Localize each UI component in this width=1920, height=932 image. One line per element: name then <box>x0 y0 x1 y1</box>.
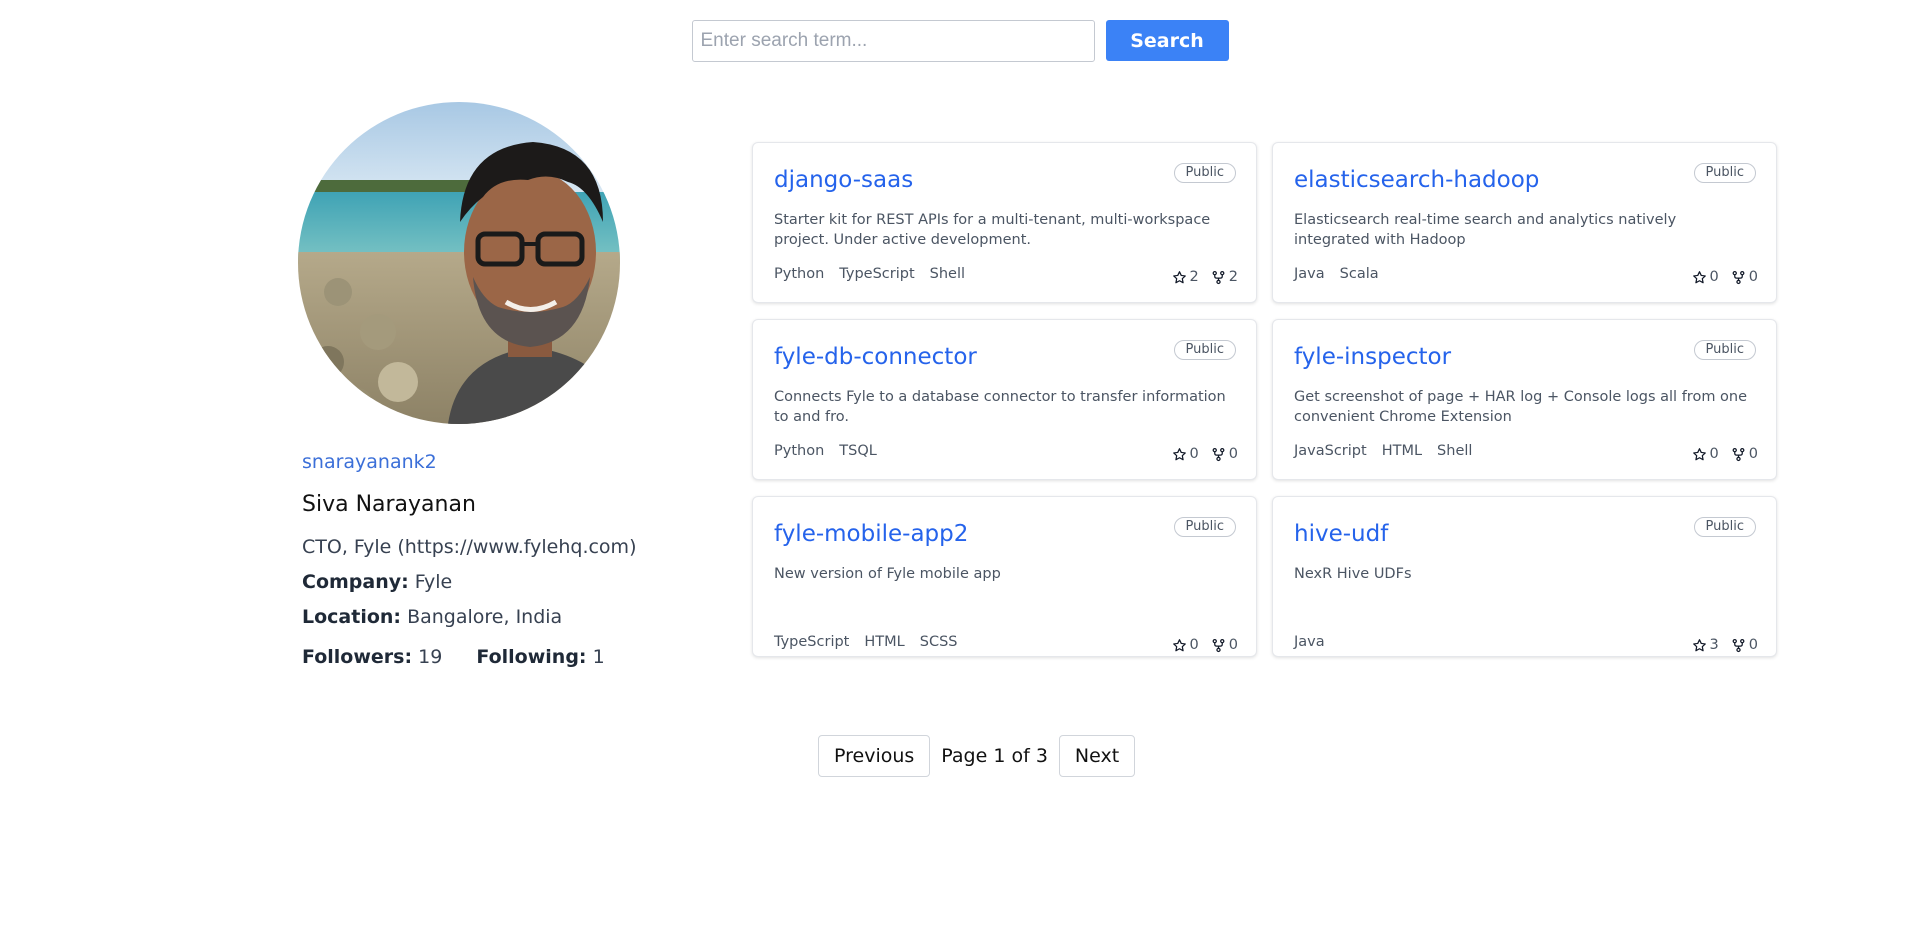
star-icon <box>1172 447 1187 462</box>
visibility-badge: Public <box>1693 517 1756 537</box>
fork-icon <box>1211 447 1226 462</box>
avatar-photo <box>298 102 620 424</box>
visibility-badge: Public <box>1693 163 1756 183</box>
star-count: 0 <box>1189 637 1199 653</box>
fork-icon <box>1731 270 1746 285</box>
visibility-badge: Public <box>1693 340 1756 360</box>
profile-company: Company: Fyle <box>302 571 452 593</box>
following-label: Following: <box>476 646 587 668</box>
fork-count: 2 <box>1228 269 1238 285</box>
repo-language: SCSS <box>919 634 958 650</box>
star-count: 0 <box>1709 269 1719 285</box>
fork-count: 0 <box>1228 446 1238 462</box>
star-count: 0 <box>1189 446 1199 462</box>
repo-name-link[interactable]: fyle-inspector <box>1294 344 1451 370</box>
repo-language: Python <box>774 443 825 459</box>
previous-page-button[interactable]: Previous <box>818 735 931 777</box>
star-icon <box>1692 447 1707 462</box>
repo-card: hive-udf Public NexR Hive UDFs Java 3 0 <box>1272 496 1777 657</box>
repo-language: Java <box>1294 266 1325 282</box>
repo-stats: 00 <box>1172 637 1238 653</box>
star-count: 2 <box>1189 269 1199 285</box>
repo-languages: Python TypeScript Shell <box>774 266 965 282</box>
repo-card: fyle-mobile-app2 Public New version of Fyl… <box>752 496 1257 657</box>
star-icon <box>1692 270 1707 285</box>
repo-language: Shell <box>1437 443 1473 459</box>
followers-label: Followers: <box>302 646 413 668</box>
following-count: 1 <box>592 646 605 668</box>
repo-description: Starter kit for REST APIs for a multi-te… <box>774 212 1211 248</box>
repo-stats: 22 <box>1172 269 1238 285</box>
repo-languages: TypeScript HTML SCSS <box>774 634 957 650</box>
repo-language: TypeScript <box>839 266 915 282</box>
repo-description: New version of Fyle mobile app <box>774 566 1001 582</box>
repo-language: Python <box>774 266 825 282</box>
location-value: Bangalore, India <box>407 606 563 628</box>
profile-username-link[interactable]: snarayanank2 <box>302 451 437 473</box>
fork-icon <box>1211 638 1226 653</box>
next-page-button[interactable]: Next <box>1058 735 1136 777</box>
repo-language: JavaScript <box>1294 443 1367 459</box>
profile-location: Location: Bangalore, India <box>302 606 562 628</box>
repo-card: fyle-inspector Public Get screenshot of pa… <box>1272 319 1777 480</box>
repo-name-link[interactable]: django-saas <box>774 167 913 193</box>
fork-count: 0 <box>1228 637 1238 653</box>
star-icon <box>1172 638 1187 653</box>
followers-count: 19 <box>418 646 443 668</box>
repo-language: Java <box>1294 634 1325 650</box>
repo-language: HTML <box>1381 443 1423 459</box>
search-button[interactable]: Search <box>1105 20 1229 61</box>
repo-languages: Java <box>1294 634 1325 650</box>
star-count: 0 <box>1709 446 1719 462</box>
repo-language: HTML <box>864 634 905 650</box>
repo-card: django-saas Public Starter kit for REST AP… <box>752 142 1257 303</box>
visibility-badge: Public <box>1173 517 1236 537</box>
visibility-badge: Public <box>1173 340 1236 360</box>
repo-card: fyle-db-connector Public Connects Fyle to … <box>752 319 1257 480</box>
repo-card: elasticsearch-hadoop Public Elasticsearch … <box>1272 142 1777 303</box>
fork-count: 0 <box>1748 269 1758 285</box>
repo-stats: 00 <box>1172 446 1238 462</box>
profile-name: Siva Narayanan <box>302 492 476 517</box>
profile-bio: CTO, Fyle (https://www.fylehq.com) <box>302 536 637 558</box>
visibility-badge: Public <box>1173 163 1236 183</box>
fork-count: 0 <box>1748 637 1758 653</box>
repo-description: NexR Hive UDFs <box>1294 566 1412 582</box>
repo-language: Scala <box>1339 266 1379 282</box>
repo-languages: Python TSQL <box>774 443 877 459</box>
repo-language: TypeScript <box>774 634 850 650</box>
repo-language: Shell <box>929 266 966 282</box>
repo-description: Elasticsearch real-time search and analy… <box>1294 212 1677 248</box>
company-label: Company: <box>302 571 409 593</box>
fork-count: 0 <box>1748 446 1758 462</box>
repo-description: Connects Fyle to a database connector to… <box>774 389 1226 425</box>
repo-languages: Java Scala <box>1294 266 1379 282</box>
star-icon <box>1172 270 1187 285</box>
repo-grid: django-saas Public Starter kit for REST AP… <box>752 142 1777 657</box>
repo-name-link[interactable]: fyle-db-connector <box>774 344 977 370</box>
repo-description: Get screenshot of page + HAR log + Conso… <box>1294 389 1748 425</box>
search-input[interactable] <box>691 20 1095 62</box>
repo-stats: 00 <box>1692 446 1758 462</box>
profile-follow-stats: Followers: 19 Following: 1 <box>302 646 605 668</box>
repo-name-link[interactable]: hive-udf <box>1294 521 1388 547</box>
star-count: 3 <box>1709 637 1719 653</box>
avatar <box>298 102 620 424</box>
repo-stats: 30 <box>1692 637 1758 653</box>
star-icon <box>1692 638 1707 653</box>
repo-name-link[interactable]: elasticsearch-hadoop <box>1294 167 1539 193</box>
page-indicator: Page 1 of 3 <box>941 745 1048 767</box>
repo-stats: 00 <box>1692 269 1758 285</box>
repo-language: TSQL <box>839 443 877 459</box>
search-bar: Search <box>0 20 1920 62</box>
company-value: Fyle <box>414 571 453 593</box>
fork-icon <box>1211 270 1226 285</box>
pagination: Previous Page 1 of 3 Next <box>818 735 1136 777</box>
location-label: Location: <box>302 606 402 628</box>
fork-icon <box>1731 638 1746 653</box>
fork-icon <box>1731 447 1746 462</box>
repo-name-link[interactable]: fyle-mobile-app2 <box>774 521 968 547</box>
repo-languages: JavaScript HTML Shell <box>1294 443 1472 459</box>
